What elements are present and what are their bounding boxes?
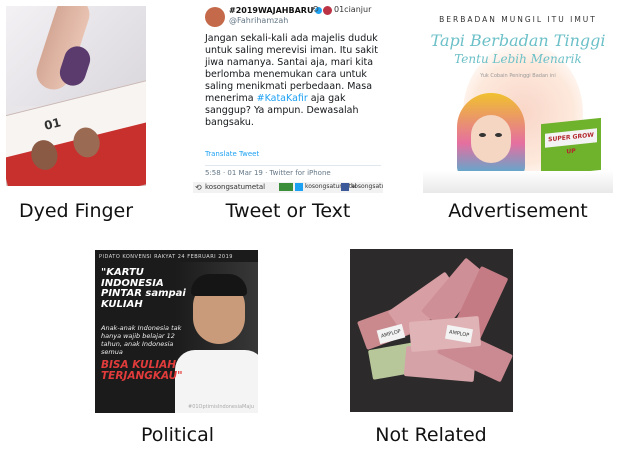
- poster-quote-small: Anak-anak Indonesia tak hanya wajib bela…: [101, 324, 182, 356]
- facebook-icon: [341, 183, 349, 191]
- poster-quote-bold: "KARTU INDONESIA PINTAR sampai KULIAH: [101, 267, 186, 310]
- divider: [205, 165, 381, 166]
- retweet-icon: ⟲: [195, 183, 202, 192]
- retweet-icon: ⟲: [311, 5, 319, 15]
- footer-facebook: kosongsatumetal: [351, 183, 383, 190]
- tweet-meta: 5:58 · 01 Mar 19 · Twitter for iPhone: [205, 169, 331, 177]
- eye: [479, 133, 486, 137]
- caption-tweet: Tweet or Text: [225, 200, 351, 222]
- tweet-hashtag: #KataKafir: [256, 93, 308, 104]
- caption-advertisement: Advertisement: [448, 200, 588, 222]
- ballot-number: 01: [42, 115, 63, 133]
- model-face: [471, 115, 511, 163]
- tweet-image: #2019WAJAHBARU @Fahrihamzah ⟲ 01cianjur …: [193, 3, 383, 193]
- ad-script-line-2: Tentu Lebih Menarik: [454, 52, 582, 66]
- poster-hashtag: #01OptimisIndonesiaMaju: [188, 404, 254, 410]
- dyed-finger-image: 01: [6, 6, 146, 186]
- tweet-body: Jangan sekali-kali ada majelis duduk unt…: [205, 33, 378, 128]
- tweet-username: @Fahrihamzah: [229, 16, 289, 25]
- eye: [495, 133, 502, 137]
- advertisement-image: BERBADAN MUNGIL ITU IMUT Tapi Berbadan T…: [423, 3, 613, 193]
- avatar: [205, 7, 225, 27]
- caption-not-related: Not Related: [375, 424, 487, 446]
- watermark-footer: ⟲ kosongsatumetal kosongsatumetal kosong…: [193, 182, 383, 193]
- ad-script-line-1: Tapi Berbadan Tinggi: [430, 31, 606, 50]
- footer-badge: [279, 183, 293, 191]
- caption-dyed-finger: Dyed Finger: [18, 200, 134, 222]
- footer-name: kosongsatumetal: [205, 183, 266, 191]
- translate-tweet-link: Translate Tweet: [205, 150, 260, 158]
- ad-subtext: Yuk Cobain Peninggi Badan ini: [480, 73, 556, 79]
- ad-headline: BERBADAN MUNGIL ITU IMUT: [439, 15, 597, 24]
- political-image: PIDATO KONVENSI RAKYAT 24 FEBRUARI 2019 …: [95, 250, 258, 413]
- twitter-icon: [295, 183, 303, 191]
- retweeter-name: 01cianjur: [334, 5, 372, 14]
- poster-header: PIDATO KONVENSI RAKYAT 24 FEBRUARI 2019: [99, 254, 233, 260]
- retweeter-avatar: [323, 6, 332, 15]
- ad-base: [423, 171, 613, 193]
- poster-quote-red: BISA KULIAH TERJANGKAU": [101, 359, 183, 382]
- caption-political: Political: [140, 424, 215, 446]
- ballot-red-strip: [6, 119, 146, 186]
- portrait-hair: [191, 274, 247, 296]
- money-image: AMPLOP AMPLOP: [350, 249, 513, 412]
- tweet-display-name: #2019WAJAHBARU: [229, 6, 323, 15]
